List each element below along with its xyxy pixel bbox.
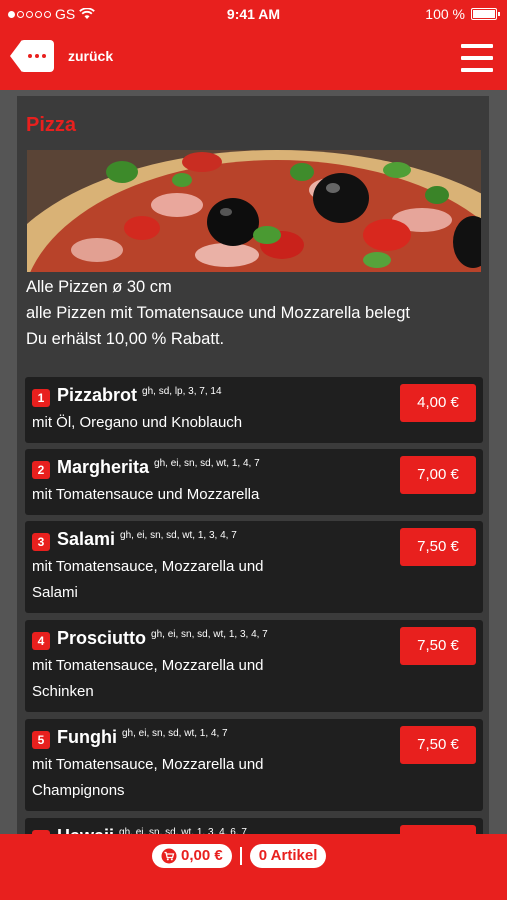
menu-item[interactable]: 1 Pizzabrot gh, sd, lp, 3, 7, 14 mit Öl, … [25,377,483,443]
price-button[interactable]: 7,50 € [400,627,476,665]
price-button[interactable]: 7,50 € [400,528,476,566]
item-number: 3 [32,533,50,551]
back-arrow-icon [10,40,54,72]
cart-total-button[interactable]: 0,00 € [152,844,232,868]
battery-icon [471,8,500,20]
price-button[interactable]: 4,00 € [400,384,476,422]
item-allergens: gh, ei, sn, sd, wt, 1, 4, 7 [121,728,228,739]
item-description: mit Tomatensauce und Mozzarella [32,486,260,503]
item-number: 5 [32,731,50,749]
status-bar: GS 9:41 AM 100 % [0,0,507,28]
item-name: Prosciutto gh, ei, sn, sd, wt, 1, 3, 4, 7 [57,628,268,649]
item-name-text: Pizzabrot [57,385,138,405]
menu-item[interactable]: 5 Funghi gh, ei, sn, sd, wt, 1, 4, 7 mit … [25,719,483,811]
desc-line: alle Pizzen mit Tomatensauce und Mozzare… [26,304,410,322]
item-allergens: gh, sd, lp, 3, 7, 14 [142,386,222,397]
battery-label: 100 % [425,6,465,22]
menu-item[interactable]: 2 Margherita gh, ei, sn, sd, wt, 1, 4, 7 … [25,449,483,515]
cart-icon [161,848,177,864]
item-number: 4 [32,632,50,650]
item-allergens: gh, ei, sn, sd, wt, 1, 3, 4, 7 [151,629,268,640]
item-name: Funghi gh, ei, sn, sd, wt, 1, 4, 7 [57,727,228,748]
item-number: 1 [32,389,50,407]
item-name-text: Salami [57,529,116,549]
item-name-text: Prosciutto [57,628,147,648]
item-description: mit Tomatensauce, Mozzarella und Salami [32,558,264,601]
menu-item[interactable]: 3 Salami gh, ei, sn, sd, wt, 1, 3, 4, 7 m… [25,521,483,613]
cart-bar: 0,00 € 0 Artikel [0,834,507,900]
status-right: 100 % [425,6,500,22]
item-name: Salami gh, ei, sn, sd, wt, 1, 3, 4, 7 [57,529,237,550]
back-label: zurück [68,48,114,64]
item-name-text: Funghi [57,727,117,747]
item-allergens: gh, ei, sn, sd, wt, 1, 3, 4, 7 [120,530,237,541]
item-description: mit Öl, Oregano und Knoblauch [32,414,243,431]
category-description: Alle Pizzen ø 30 cm alle Pizzen mit Toma… [26,274,410,352]
cart-summary: 0,00 € 0 Artikel [152,844,327,868]
back-button[interactable]: zurück [10,40,113,72]
desc-line: Du erhälst 10,00 % Rabatt. [26,330,225,348]
category-panel: Pizza Alle Pizzen ø 30 cm alle Pizzen mi… [17,96,489,836]
price-button[interactable]: 7,50 € [400,726,476,764]
cart-count-button[interactable]: 0 Artikel [249,844,327,868]
menu-item[interactable]: 4 Prosciutto gh, ei, sn, sd, wt, 1, 3, 4,… [25,620,483,712]
cart-total: 0,00 € [181,847,223,864]
item-allergens: gh, ei, sn, sd, wt, 1, 4, 7 [154,458,260,469]
item-name: Pizzabrot gh, sd, lp, 3, 7, 14 [57,385,222,406]
menu-icon[interactable] [461,44,493,72]
item-description: mit Tomatensauce, Mozzarella und Champig… [32,756,264,799]
item-name: Margherita gh, ei, sn, sd, wt, 1, 4, 7 [57,457,260,478]
price-button[interactable]: 7,00 € [400,456,476,494]
item-name-text: Margherita [57,457,150,477]
item-description: mit Tomatensauce, Mozzarella und Schinke… [32,657,264,700]
cart-count: 0 Artikel [258,847,318,864]
category-title: Pizza [26,114,77,136]
category-image [27,150,481,272]
item-number: 2 [32,461,50,479]
desc-line: Alle Pizzen ø 30 cm [26,278,172,296]
divider [239,847,242,865]
nav-bar: zurück [0,28,507,90]
